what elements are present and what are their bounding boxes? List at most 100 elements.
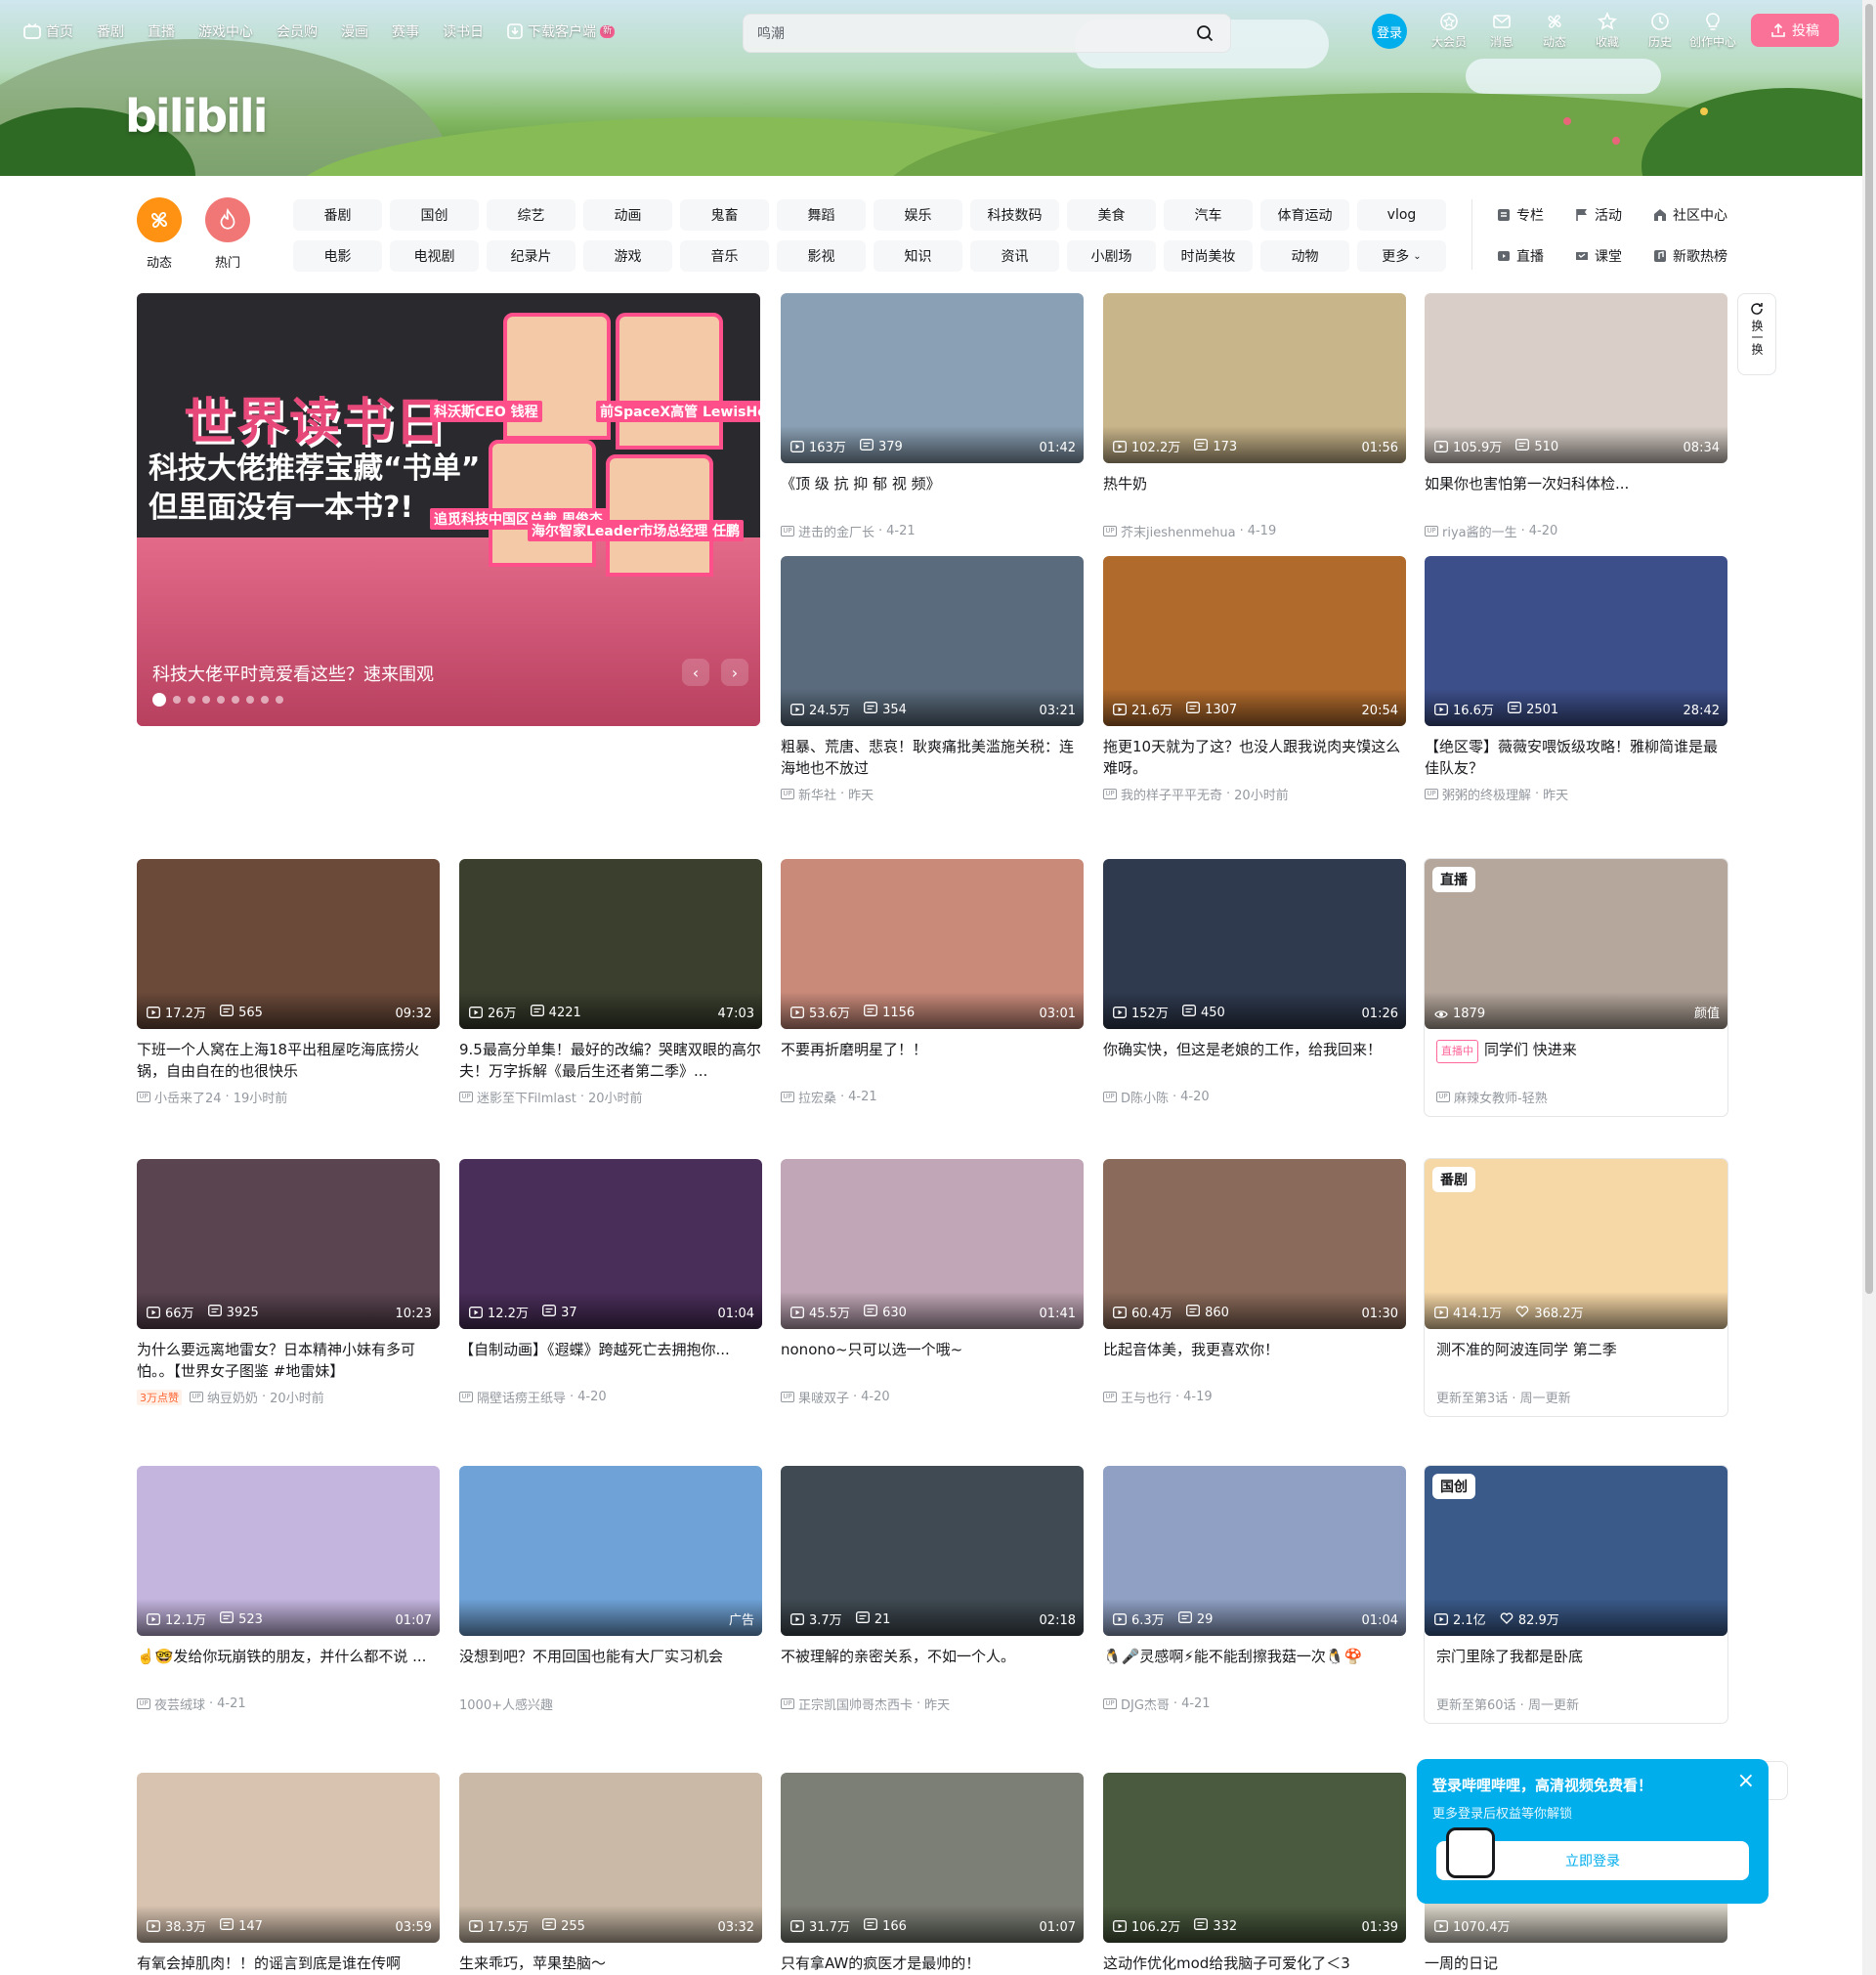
special-title[interactable]: 宗门里除了我都是卧底 [1425, 1646, 1727, 1689]
tag-mini-theater[interactable]: 小剧场 [1067, 240, 1156, 272]
nav-home[interactable]: 首页 [23, 21, 73, 41]
video-meta[interactable]: UP 粥粥的终极理解 · 昨天 [1425, 785, 1727, 803]
video-card[interactable]: 38.3万 147 03:59 有氧会掉肌肉！！的谣言到底是谁在传啊 [137, 1773, 440, 1975]
video-card[interactable]: 3.7万 21 02:18 不被理解的亲密关系，不如一个人。 UP 正宗凯国帅哥杰西卡 ·… [781, 1466, 1084, 1713]
tag-music[interactable]: 音乐 [680, 240, 769, 272]
tag-news[interactable]: 资讯 [970, 240, 1059, 272]
link-activity[interactable]: 活动 [1575, 199, 1653, 231]
video-thumbnail[interactable]: 38.3万 147 03:59 [137, 1773, 440, 1943]
tag-vlog[interactable]: vlog [1357, 199, 1446, 231]
video-title[interactable]: 如果你也害怕第一次妇科体检... [1425, 473, 1727, 516]
video-thumbnail[interactable]: 24.5万 354 03:21 [781, 556, 1084, 726]
video-card[interactable]: 60.4万 860 01:30 比起音体美，我更喜欢你！ UP 王与也行 · 4-19 [1103, 1159, 1406, 1406]
bilibili-logo[interactable]: bilibili [125, 90, 268, 143]
video-title[interactable]: 《顶 级 抗 抑 郁 视 频》 [781, 473, 1084, 516]
video-meta[interactable]: UP 果啵双子 · 4-20 [781, 1388, 1084, 1406]
video-title[interactable]: 比起音体美，我更喜欢你！ [1103, 1339, 1406, 1382]
special-meta[interactable]: 更新至第60话 · 周一更新 [1425, 1695, 1727, 1713]
favorites-link[interactable]: 收藏 [1581, 12, 1634, 50]
special-thumbnail[interactable]: 番剧 414.1万 368.2万 [1425, 1159, 1727, 1329]
creator-center-link[interactable]: 创作中心 [1686, 12, 1739, 50]
featured-carousel[interactable]: 世界读书日 科技大佬推荐宝藏“书单” 但里面没有一本书?! 科沃斯CEO 钱程 … [137, 293, 760, 726]
video-title[interactable]: 为什么要远离地雷女？日本精神小妹有多可怕。。【世界女子图鉴 #地雷妹】 [137, 1339, 440, 1382]
video-thumbnail[interactable]: 6.3万 29 01:04 [1103, 1466, 1406, 1636]
video-thumbnail[interactable]: 163万 379 01:42 [781, 293, 1084, 463]
video-thumbnail[interactable]: 12.1万 523 01:07 [137, 1466, 440, 1636]
video-thumbnail[interactable]: 31.7万 166 01:07 [781, 1773, 1084, 1943]
video-thumbnail[interactable]: 53.6万 1156 03:01 [781, 859, 1084, 1029]
video-title[interactable]: 没想到吧？不用回国也能有大厂实习机会 [459, 1646, 762, 1689]
tag-dance[interactable]: 舞蹈 [777, 199, 866, 231]
tag-entertainment[interactable]: 娱乐 [874, 199, 962, 231]
video-title[interactable]: 【绝区零】薇薇安喂饭级攻略！雅柳简谁是最佳队友？ [1425, 736, 1727, 779]
video-meta[interactable]: UP 正宗凯国帅哥杰西卡 · 昨天 [781, 1695, 1084, 1713]
dynamics-circle[interactable] [137, 197, 182, 242]
tag-animation[interactable]: 动画 [583, 199, 672, 231]
special-thumbnail[interactable]: 国创 2.1亿 82.9万 [1425, 1466, 1727, 1636]
vip-link[interactable]: 大会员 [1423, 12, 1475, 50]
history-link[interactable]: 历史 [1634, 12, 1686, 50]
video-title[interactable]: 你确实快，但这是老娘的工作，给我回来！ [1103, 1039, 1406, 1082]
video-title[interactable]: 🐧🎤灵感啊⚡能不能刮擦我菇一次🐧🍄 [1103, 1646, 1406, 1689]
carousel-prev-button[interactable]: ‹ [682, 659, 709, 686]
video-title[interactable]: ☝️🤓发给你玩崩铁的朋友，并什么都不说 ... [137, 1646, 440, 1689]
tag-documentary[interactable]: 纪录片 [487, 240, 576, 272]
tag-kichiku[interactable]: 鬼畜 [680, 199, 769, 231]
video-card[interactable]: 12.2万 37 01:04 【自制动画】《遐蝶》跨越死亡去拥抱你... UP 隔壁话痨… [459, 1159, 762, 1406]
nav-esports[interactable]: 赛事 [392, 21, 419, 41]
video-card[interactable]: 17.5万 255 03:32 生来乖巧，苹果垫脑～ [459, 1773, 762, 1975]
video-title[interactable]: 这动作优化mod给我脑子可爱化了＜3 [1103, 1953, 1406, 1975]
video-card[interactable]: 6.3万 29 01:04 🐧🎤灵感啊⚡能不能刮擦我菇一次🐧🍄 UP DJG杰哥 · 4-2… [1103, 1466, 1406, 1713]
tag-sports[interactable]: 体育运动 [1260, 199, 1349, 231]
link-live[interactable]: 直播 [1497, 240, 1575, 272]
video-title[interactable]: nonono~只可以选一个哦~ [781, 1339, 1084, 1382]
carousel-dot[interactable] [188, 696, 195, 704]
video-title[interactable]: 一周的日记 [1425, 1953, 1727, 1975]
video-card[interactable]: 26万 4221 47:03 9.5最高分单集！最好的改编？哭瞎双眼的高尔夫！万字拆… [459, 859, 762, 1106]
video-thumbnail[interactable]: 60.4万 860 01:30 [1103, 1159, 1406, 1329]
video-thumbnail[interactable]: 21.6万 1307 20:54 [1103, 556, 1406, 726]
special-thumbnail[interactable]: 直播 1879 颜值 [1425, 859, 1727, 1029]
video-meta[interactable]: UP 进击的金厂长 · 4-21 [781, 522, 1084, 540]
video-title[interactable]: 不被理解的亲密关系，不如一个人。 [781, 1646, 1084, 1689]
link-new-songs[interactable]: 新歌热榜 [1653, 240, 1761, 272]
search-input[interactable]: 鸣潮 [757, 23, 1189, 43]
carousel-dot[interactable] [152, 693, 166, 707]
video-meta[interactable]: UP 我的样子平平无奇 · 20小时前 [1103, 785, 1406, 803]
tag-guochuang[interactable]: 国创 [390, 199, 479, 231]
nav-bangumi[interactable]: 番剧 [97, 21, 124, 41]
video-thumbnail[interactable]: 16.6万 2501 28:42 [1425, 556, 1727, 726]
nav-book-day[interactable]: 读书日 [443, 21, 484, 41]
video-meta[interactable]: UP 迷影至下Filmlast · 20小时前 [459, 1088, 762, 1106]
video-card[interactable]: 66万 3925 10:23 为什么要远离地雷女？日本精神小妹有多可怕。。【世界女子… [137, 1159, 440, 1406]
carousel-dot[interactable] [276, 696, 283, 704]
special-meta[interactable]: 更新至第3话 · 周一更新 [1425, 1388, 1727, 1406]
tag-variety[interactable]: 综艺 [487, 199, 576, 231]
dynamics-link[interactable]: 动态 [1528, 12, 1581, 50]
video-title[interactable]: 有氧会掉肌肉！！的谣言到底是谁在传啊 [137, 1953, 440, 1975]
video-title[interactable]: 生来乖巧，苹果垫脑～ [459, 1953, 762, 1975]
carousel-caption[interactable]: 科技大佬平时竟爱看这些？速来围观 [152, 661, 434, 686]
video-card[interactable]: 152万 450 01:26 你确实快，但这是老娘的工作，给我回来！ UP D陈小陈 · 4… [1103, 859, 1406, 1106]
refresh-button[interactable]: 换一换 [1737, 293, 1776, 375]
video-card[interactable]: 12.1万 523 01:07 ☝️🤓发给你玩崩铁的朋友，并什么都不说 ... UP 夜… [137, 1466, 440, 1713]
video-card[interactable]: 53.6万 1156 03:01 不要再折磨明星了！！ UP 拉宏桑 · 4-21 [781, 859, 1084, 1106]
carousel-dot[interactable] [202, 696, 210, 704]
video-thumbnail[interactable]: 152万 450 01:26 [1103, 859, 1406, 1029]
carousel-dot[interactable] [261, 696, 269, 704]
video-thumbnail[interactable]: 17.2万 565 09:32 [137, 859, 440, 1029]
video-title[interactable]: 拖更10天就为了这？也没人跟我说肉夹馍这么难呀。 [1103, 736, 1406, 779]
nav-download-client[interactable]: 下载客户端 新 [507, 21, 616, 41]
video-meta[interactable]: UP riya酱的一生 · 4-20 [1425, 522, 1727, 540]
nav-live[interactable]: 直播 [148, 21, 175, 41]
upload-button[interactable]: 投稿 [1751, 14, 1839, 47]
video-title[interactable]: 【自制动画】《遐蝶》跨越死亡去拥抱你... [459, 1339, 762, 1382]
video-title[interactable]: 粗暴、荒唐、悲哀！耿爽痛批美滥施关税：连海地也不放过 [781, 736, 1084, 779]
link-community[interactable]: 社区中心 [1653, 199, 1761, 231]
video-meta[interactable]: UP D陈小陈 · 4-20 [1103, 1088, 1406, 1106]
video-meta[interactable]: UP 芥末jieshenmehua · 4-19 [1103, 522, 1406, 540]
video-thumbnail[interactable]: 17.5万 255 03:32 [459, 1773, 762, 1943]
close-icon[interactable]: × [1737, 1771, 1755, 1792]
tag-movie[interactable]: 电影 [293, 240, 382, 272]
special-card[interactable]: 国创 2.1亿 82.9万宗门里除了我都是卧底更新至第60话 · 周一更新 [1425, 1466, 1727, 1723]
